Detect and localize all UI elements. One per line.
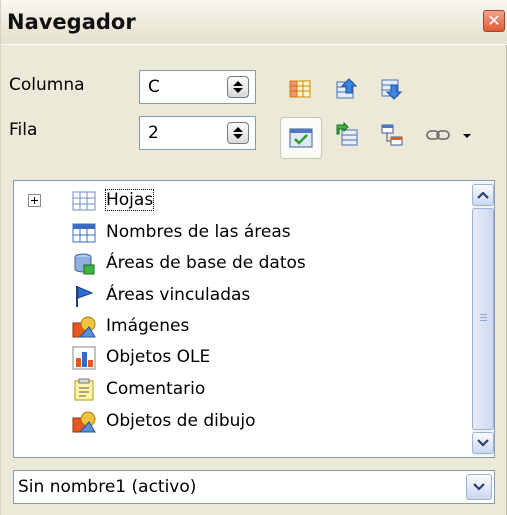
- database-icon: [74, 253, 95, 275]
- image-icon: [72, 316, 96, 338]
- window-title: Navegador: [7, 10, 136, 34]
- ole-chart-icon: [72, 346, 96, 370]
- document-select-dropdown-button[interactable]: [466, 474, 492, 500]
- close-button[interactable]: ✕: [483, 10, 505, 32]
- end-button[interactable]: [379, 76, 409, 106]
- column-field[interactable]: C: [139, 70, 256, 104]
- tree-item-base-datos[interactable]: Áreas de base de datos: [14, 249, 464, 279]
- content-tree[interactable]: Hojas Nombres de las áreas Áreas de base…: [13, 180, 495, 458]
- chevron-down-icon: [473, 483, 485, 491]
- flag-icon: [76, 286, 94, 307]
- row-field[interactable]: 2: [139, 116, 256, 150]
- grip-icon: [480, 314, 487, 321]
- link-button[interactable]: [425, 122, 455, 152]
- column-label: Columna: [9, 75, 85, 95]
- dropdown-arrow-icon: [463, 134, 471, 138]
- spin-arrows-icon: [233, 81, 243, 93]
- tree-scrollbar[interactable]: [472, 182, 494, 456]
- drag-mode-icon: [381, 124, 403, 146]
- scroll-down-button[interactable]: [472, 432, 494, 454]
- tree-item-comentario[interactable]: Comentario: [14, 375, 464, 405]
- document-select[interactable]: Sin nombre1 (activo): [13, 470, 495, 504]
- tree-item-imagenes[interactable]: Imágenes: [14, 312, 464, 342]
- navigator-window: Navegador ✕ Columna C Fila 2 Hojas Nombr…: [0, 0, 507, 515]
- tree-item-label: Objetos de dibujo: [106, 411, 256, 431]
- tree-item-hojas[interactable]: Hojas: [14, 186, 464, 216]
- toggle-content-button[interactable]: [280, 117, 322, 159]
- tree-item-dibujo[interactable]: Objetos de dibujo: [14, 407, 464, 437]
- tree-item-ole[interactable]: Objetos OLE: [14, 343, 464, 373]
- scroll-up-button[interactable]: [472, 184, 494, 206]
- title-bar[interactable]: Navegador ✕: [1, 0, 507, 45]
- column-spin-buttons[interactable]: [227, 76, 249, 98]
- start-icon: [336, 78, 358, 99]
- end-icon: [381, 79, 403, 100]
- scenarios-button[interactable]: [334, 121, 364, 152]
- document-select-value: Sin nombre1 (activo): [18, 477, 197, 497]
- drag-mode-button[interactable]: [379, 122, 409, 152]
- scroll-thumb[interactable]: [472, 208, 494, 430]
- tree-item-label: Hojas: [104, 189, 155, 211]
- sheet-icon: [72, 191, 96, 211]
- drawing-icon: [72, 411, 96, 433]
- data-range-icon: [289, 80, 311, 98]
- range-names-icon: [72, 223, 96, 243]
- tree-item-label: Áreas de base de datos: [106, 253, 306, 273]
- toggle-content-icon: [289, 128, 313, 148]
- column-value: C: [148, 77, 160, 97]
- tree-item-vinculadas[interactable]: Áreas vinculadas: [14, 281, 464, 311]
- tree-item-label: Comentario: [106, 379, 206, 399]
- row-value: 2: [148, 123, 159, 143]
- chevron-down-icon: [477, 439, 489, 447]
- chevron-up-icon: [477, 191, 489, 199]
- start-button[interactable]: [334, 76, 364, 106]
- spin-arrows-icon: [233, 127, 243, 139]
- tree-item-label: Áreas vinculadas: [106, 285, 251, 305]
- close-icon: ✕: [487, 11, 501, 30]
- tree-item-label: Objetos OLE: [106, 347, 211, 367]
- link-icon: [426, 130, 450, 140]
- data-range-button[interactable]: [287, 76, 317, 106]
- comment-icon: [74, 378, 94, 401]
- link-dropdown-button[interactable]: [457, 122, 477, 152]
- scenarios-icon: [336, 121, 358, 146]
- tree-item-label: Nombres de las áreas: [106, 222, 291, 242]
- row-spin-buttons[interactable]: [227, 122, 249, 144]
- tree-item-label: Imágenes: [106, 316, 190, 336]
- row-label: Fila: [9, 120, 38, 140]
- tree-item-nombres-areas[interactable]: Nombres de las áreas: [14, 218, 464, 248]
- expand-icon[interactable]: [28, 194, 41, 207]
